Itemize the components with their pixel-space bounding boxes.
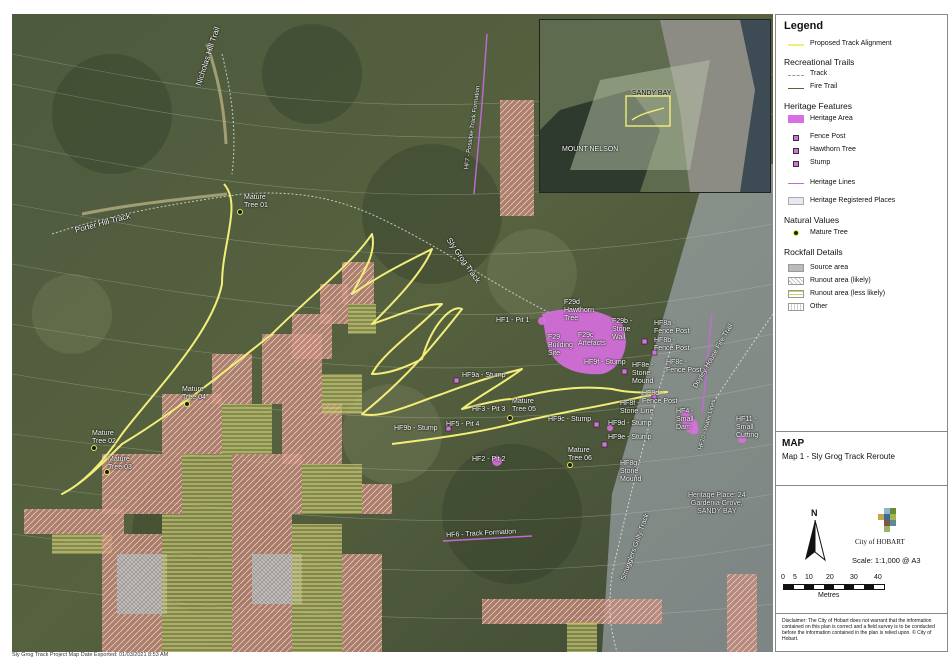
label-hf11: HF11 - Small Cutting bbox=[736, 416, 759, 439]
legend-other: Other bbox=[810, 303, 828, 310]
stump-swatch bbox=[793, 161, 799, 167]
scale-tick-40: 40 bbox=[874, 574, 882, 581]
inset-sandy-bay: SANDY BAY bbox=[632, 90, 672, 97]
map-heading: MAP bbox=[782, 438, 805, 449]
label-hf1: HF1 - Pit 1 bbox=[496, 317, 530, 324]
legend-fence-post: Fence Post bbox=[810, 133, 846, 140]
legend-heritage-lines: Heritage Lines bbox=[810, 179, 856, 186]
runout-less-swatch bbox=[788, 290, 804, 298]
proposed-swatch bbox=[788, 44, 804, 46]
label-hf9e: HF9e - Stump bbox=[608, 434, 652, 441]
track-swatch bbox=[788, 75, 804, 76]
mature-tree-swatch bbox=[793, 230, 799, 236]
heritage-lines-swatch bbox=[788, 183, 804, 184]
legend-hawthorn-tree: Hawthorn Tree bbox=[810, 146, 856, 153]
label-hf4: HF4 - Small Dam bbox=[676, 408, 694, 431]
label-hf3: HF3 - Pit 3 bbox=[472, 406, 506, 413]
legend-rockfall-title: Rockfall Details bbox=[784, 247, 843, 257]
scale-tick-5: 5 bbox=[793, 574, 797, 581]
map-subtitle: Map 1 - Sly Grog Track Reroute bbox=[782, 452, 895, 461]
label-hf8f: HF8f - Stone Line bbox=[620, 400, 654, 415]
label-hf29b: F29b - Stone Wall bbox=[612, 318, 633, 341]
label-hf9b: HF9b - Stump bbox=[394, 425, 438, 432]
label-hf29: F29 Building Site bbox=[548, 334, 573, 357]
footer-export-date: Sly Grog Track Project Map Date Exported… bbox=[12, 652, 169, 658]
north-arrow-icon: N bbox=[800, 508, 830, 568]
label-mature-tree-01: Mature Tree 01 bbox=[244, 194, 268, 209]
label-hf2: HF2 - Pit 2 bbox=[472, 456, 506, 463]
legend-stump: Stump bbox=[810, 159, 831, 166]
label-hf9d: HF9d - Stump bbox=[608, 420, 652, 427]
legend-runout-less: Runout area (less likely) bbox=[810, 290, 886, 297]
scale-bar bbox=[783, 584, 885, 590]
fire-trail-swatch bbox=[788, 88, 804, 89]
legend-heritage-registered: Heritage Registered Places bbox=[810, 197, 896, 204]
scale-tick-10: 10 bbox=[805, 574, 813, 581]
legend-source-area: Source area bbox=[810, 264, 849, 271]
source-area-swatch bbox=[788, 264, 804, 272]
label-hf9a: HF9a - Stump bbox=[462, 372, 506, 379]
legend-recreational-title: Recreational Trails bbox=[784, 57, 855, 67]
legend-mature-tree: Mature Tree bbox=[810, 229, 848, 236]
scale-unit: Metres bbox=[818, 592, 840, 599]
scale-text: Scale: 1:1,000 @ A3 bbox=[852, 556, 921, 565]
label-hf5: HF5 - Pit 4 bbox=[446, 421, 480, 428]
inset-mount-nelson: MOUNT NELSON bbox=[562, 146, 619, 153]
heritage-registered-swatch bbox=[788, 197, 804, 205]
legend-title: Legend bbox=[784, 20, 824, 32]
legend-natural-title: Natural Values bbox=[784, 215, 840, 225]
label-hf8c: HF8c - Fence Post bbox=[666, 359, 702, 374]
label-mature-tree-04: Mature Tree 04 bbox=[182, 386, 206, 401]
label-hf8a: HF8a - Fence Post bbox=[654, 320, 690, 335]
label-hf8b: HF8b - Fence Post bbox=[654, 337, 690, 352]
legend-divider-1 bbox=[776, 431, 947, 432]
label-mature-tree-02: Mature Tree 02 bbox=[92, 430, 116, 445]
label-hf9c: HF9c - Stump bbox=[548, 416, 592, 423]
label-hf9f: HF9f - Stump bbox=[584, 359, 626, 366]
label-hf8e: HF8e - Stone Mound bbox=[632, 362, 654, 385]
legend-fire-trail: Fire Trail bbox=[810, 83, 838, 90]
fence-post-swatch bbox=[793, 135, 799, 141]
scale-tick-20: 20 bbox=[826, 574, 834, 581]
city-logo-icon bbox=[870, 506, 910, 536]
legend-divider-2 bbox=[776, 485, 947, 486]
legend-proposed: Proposed Track Alignment bbox=[810, 40, 892, 47]
label-mature-tree-03: Mature Tree 03 bbox=[108, 456, 132, 471]
label-hf8g: HF8g - Stone Mound bbox=[620, 460, 642, 483]
disclaimer: Disclaimer: The City of Hobart does not … bbox=[782, 618, 935, 642]
heritage-area-swatch bbox=[788, 115, 804, 123]
label-hf29d: F29d Hawthorn Tree bbox=[564, 299, 594, 322]
runout-likely-swatch bbox=[788, 277, 804, 285]
label-hf29c: F29c Artefacts bbox=[578, 332, 606, 347]
other-swatch bbox=[788, 303, 804, 311]
scale-tick-30: 30 bbox=[850, 574, 858, 581]
city-logo-text: City of HOBART bbox=[855, 538, 905, 546]
legend-heritage-title: Heritage Features bbox=[784, 101, 853, 111]
inset-svg bbox=[540, 20, 770, 192]
label-mature-tree-05: Mature Tree 05 bbox=[512, 398, 536, 413]
label-mature-tree-06: Mature Tree 06 bbox=[568, 447, 592, 462]
scale-tick-0: 0 bbox=[781, 574, 785, 581]
inset-map[interactable]: SANDY BAY MOUNT NELSON bbox=[539, 19, 771, 193]
legend-track: Track bbox=[810, 70, 828, 77]
legend-runout-likely: Runout area (likely) bbox=[810, 277, 871, 284]
hawthorn-swatch bbox=[793, 148, 799, 154]
legend-divider-3 bbox=[776, 613, 947, 614]
legend-heritage-area: Heritage Area bbox=[810, 115, 853, 122]
north-label: N bbox=[811, 508, 818, 518]
label-heritage-place: Heritage Place: 24 Gardenia Grove, SANDY… bbox=[688, 492, 746, 515]
